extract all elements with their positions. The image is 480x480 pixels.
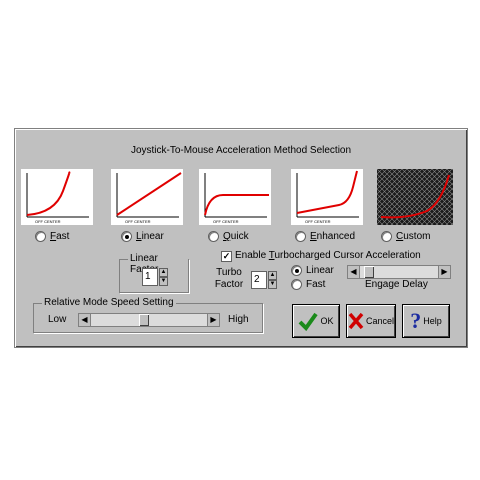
engage-delay-thumb[interactable] bbox=[364, 266, 374, 278]
linear-factor-spinner[interactable]: 1 ▲ ▼ bbox=[142, 268, 168, 286]
radio-custom[interactable]: Custom bbox=[381, 231, 430, 242]
linear-factor-value[interactable]: 1 bbox=[142, 268, 158, 286]
spin-down-icon[interactable]: ▼ bbox=[159, 277, 168, 286]
ok-button[interactable]: OK bbox=[293, 305, 339, 337]
radio-turbo-fast[interactable]: Fast bbox=[291, 279, 325, 290]
radio-linear[interactable]: Linear bbox=[121, 231, 164, 242]
relative-speed-thumb[interactable] bbox=[139, 314, 149, 326]
speed-low-label: Low bbox=[48, 314, 67, 325]
x-mark-icon bbox=[348, 312, 364, 330]
radio-custom-circle[interactable] bbox=[381, 231, 392, 242]
question-mark-icon: ? bbox=[410, 308, 422, 333]
scroll-right-icon[interactable]: ▶ bbox=[438, 266, 450, 278]
custom-curve-graph[interactable] bbox=[377, 169, 453, 225]
quick-curve-graph[interactable]: OFF CENTER bbox=[199, 169, 271, 225]
radio-enhanced-circle[interactable] bbox=[295, 231, 306, 242]
linear-factor-group: Linear Factor 1 ▲ ▼ bbox=[119, 253, 189, 293]
help-button[interactable]: ? Help bbox=[403, 305, 449, 337]
turbo-checkbox-label: Enable Turbocharged Cursor Acceleration bbox=[235, 250, 421, 261]
radio-linear-circle[interactable] bbox=[121, 231, 132, 242]
linear-curve-graph[interactable]: OFF CENTER bbox=[111, 169, 183, 225]
enhanced-curve-graph[interactable]: OFF CENTER bbox=[291, 169, 363, 225]
radio-fast-circle[interactable] bbox=[35, 231, 46, 242]
relative-speed-label: Relative Mode Speed Setting bbox=[42, 297, 176, 308]
x-axis-label: OFF CENTER bbox=[305, 219, 331, 224]
x-axis-label: OFF CENTER bbox=[35, 219, 61, 224]
turbo-factor-spinner[interactable]: 2 ▲ ▼ bbox=[251, 271, 277, 289]
turbo-factor-label: Turbo Factor bbox=[214, 267, 244, 290]
radio-turbo-linear[interactable]: Linear bbox=[291, 265, 334, 276]
checkmark-icon bbox=[299, 312, 319, 331]
scroll-right-icon[interactable]: ▶ bbox=[207, 314, 219, 326]
spin-down-icon[interactable]: ▼ bbox=[268, 280, 277, 289]
radio-turbo-fast-circle[interactable] bbox=[291, 279, 302, 290]
radio-quick[interactable]: Quick bbox=[208, 231, 249, 242]
fast-curve-graph[interactable]: OFF CENTER bbox=[21, 169, 93, 225]
dialog-title: Joystick-To-Mouse Acceleration Method Se… bbox=[130, 145, 352, 156]
engage-delay-label: Engage Delay bbox=[365, 279, 428, 290]
radio-fast[interactable]: Fast bbox=[35, 231, 69, 242]
turbo-factor-value[interactable]: 2 bbox=[251, 271, 267, 289]
engage-delay-scrollbar[interactable]: ◀ ▶ bbox=[347, 265, 451, 279]
cancel-button[interactable]: Cancel bbox=[347, 305, 395, 337]
x-axis-label: OFF CENTER bbox=[125, 219, 151, 224]
scroll-left-icon[interactable]: ◀ bbox=[79, 314, 91, 326]
relative-speed-scrollbar[interactable]: ◀ ▶ bbox=[78, 313, 220, 327]
turbo-checkbox[interactable]: ✓ bbox=[221, 251, 232, 262]
speed-high-label: High bbox=[228, 314, 249, 325]
acceleration-dialog: Joystick-To-Mouse Acceleration Method Se… bbox=[14, 128, 468, 348]
relative-speed-group: Relative Mode Speed Setting Low ◀ ▶ High bbox=[33, 297, 263, 333]
spin-up-icon[interactable]: ▲ bbox=[159, 268, 168, 277]
radio-enhanced[interactable]: Enhanced bbox=[295, 231, 355, 242]
spin-up-icon[interactable]: ▲ bbox=[268, 271, 277, 280]
radio-turbo-linear-circle[interactable] bbox=[291, 265, 302, 276]
radio-quick-circle[interactable] bbox=[208, 231, 219, 242]
x-axis-label: OFF CENTER bbox=[213, 219, 239, 224]
scroll-left-icon[interactable]: ◀ bbox=[348, 266, 360, 278]
